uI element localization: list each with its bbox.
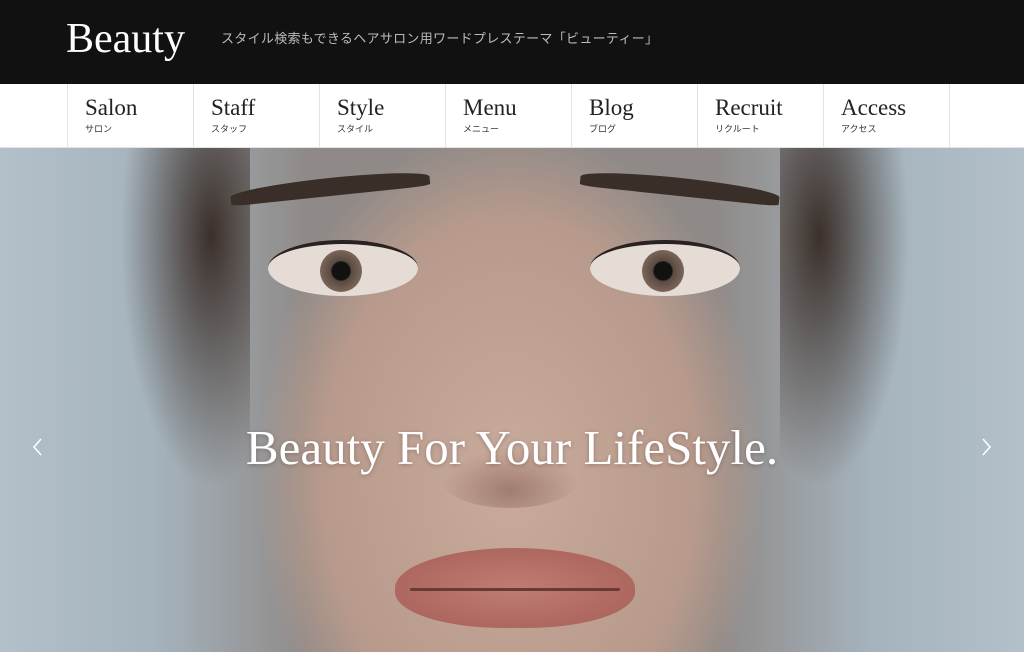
nav-item-sublabel: リクルート [715,125,760,135]
nav-item-label: Blog [589,95,634,120]
site-tagline: スタイル検索もできるヘアサロン用ワードプレステーマ「ビューティー」 [221,32,659,47]
nav-item-label: Menu [463,95,517,120]
nav-item-label: Recruit [715,95,783,120]
nav-item-salon[interactable]: Salon サロン [68,84,194,147]
nav-item-access[interactable]: Access アクセス [824,84,950,147]
site-header: Beauty スタイル検索もできるヘアサロン用ワードプレステーマ「ビューティー」 [0,0,1024,84]
nav-item-label: Salon [85,95,138,120]
nav-item-staff[interactable]: Staff スタッフ [194,84,320,147]
nav-item-sublabel: アクセス [841,125,877,135]
hero-title: Beauty For Your LifeStyle. [245,420,779,475]
nav-item-sublabel: スタイル [337,125,374,135]
nav-item-sublabel: メニュー [463,125,500,135]
nav-item-sublabel: サロン [85,125,113,135]
slider-prev-button[interactable] [28,434,48,460]
nav-item-label: Style [337,95,385,120]
hero-slider: Beauty For Your LifeStyle. [0,148,1024,652]
nav-item-menu[interactable]: Menu メニュー [446,84,572,147]
site-logo[interactable]: Beauty [66,14,185,64]
nav-item-label: Access [841,95,907,120]
nav-item-sublabel: スタッフ [211,125,248,135]
nav-item-blog[interactable]: Blog ブログ [572,84,698,147]
nav-item-label: Staff [211,95,256,120]
nav-item-recruit[interactable]: Recruit リクルート [698,84,824,147]
global-nav: Salon サロン Staff スタッフ Style スタイル Menu メニュ… [0,84,1024,148]
chevron-left-icon [32,438,42,456]
nav-item-sublabel: ブログ [589,125,617,135]
nav-item-style[interactable]: Style スタイル [320,84,446,147]
slider-next-button[interactable] [976,434,996,460]
chevron-right-icon [982,438,992,456]
